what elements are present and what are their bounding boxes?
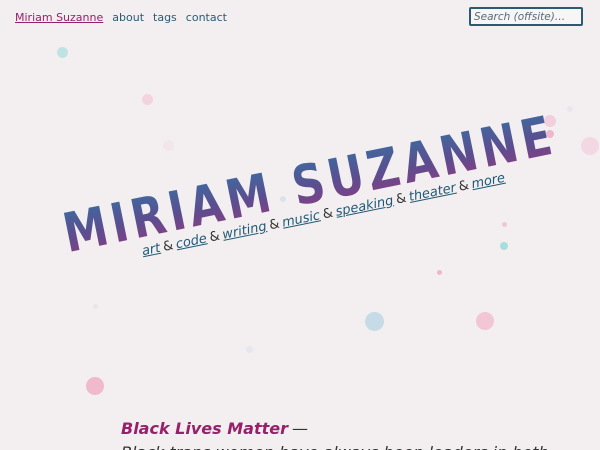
nav-contact-link[interactable]: contact (186, 11, 227, 24)
decor-dot (246, 346, 253, 353)
statement: Black Lives Matter— Black trans women ha… (121, 417, 549, 450)
decor-dot (476, 312, 494, 330)
decor-dot (502, 222, 507, 227)
nav-home-link[interactable]: Miriam Suzanne (15, 11, 103, 24)
statement-text: Black trans women have always been leade… (121, 441, 549, 450)
decor-dot (581, 137, 599, 155)
statement-headline: Black Lives Matter (121, 419, 288, 438)
decor-dot (142, 94, 153, 105)
decor-dot (365, 312, 384, 331)
nav-about-link[interactable]: about (112, 11, 144, 24)
search-input[interactable] (469, 7, 583, 26)
decor-dot (567, 106, 573, 112)
hero-banner: MIRIAM SUZANNE art&code&writing&music&sp… (50, 65, 562, 273)
decor-dot (86, 377, 104, 395)
page: Miriam Suzanne about tags contact MIRIAM… (0, 0, 600, 450)
decor-dot (93, 304, 98, 309)
site-nav: Miriam Suzanne about tags contact (15, 11, 227, 24)
statement-dash: — (291, 419, 308, 438)
decor-dot (437, 270, 442, 275)
decor-dot (57, 47, 68, 58)
decor-dot (500, 242, 508, 250)
nav-tags-link[interactable]: tags (153, 11, 177, 24)
